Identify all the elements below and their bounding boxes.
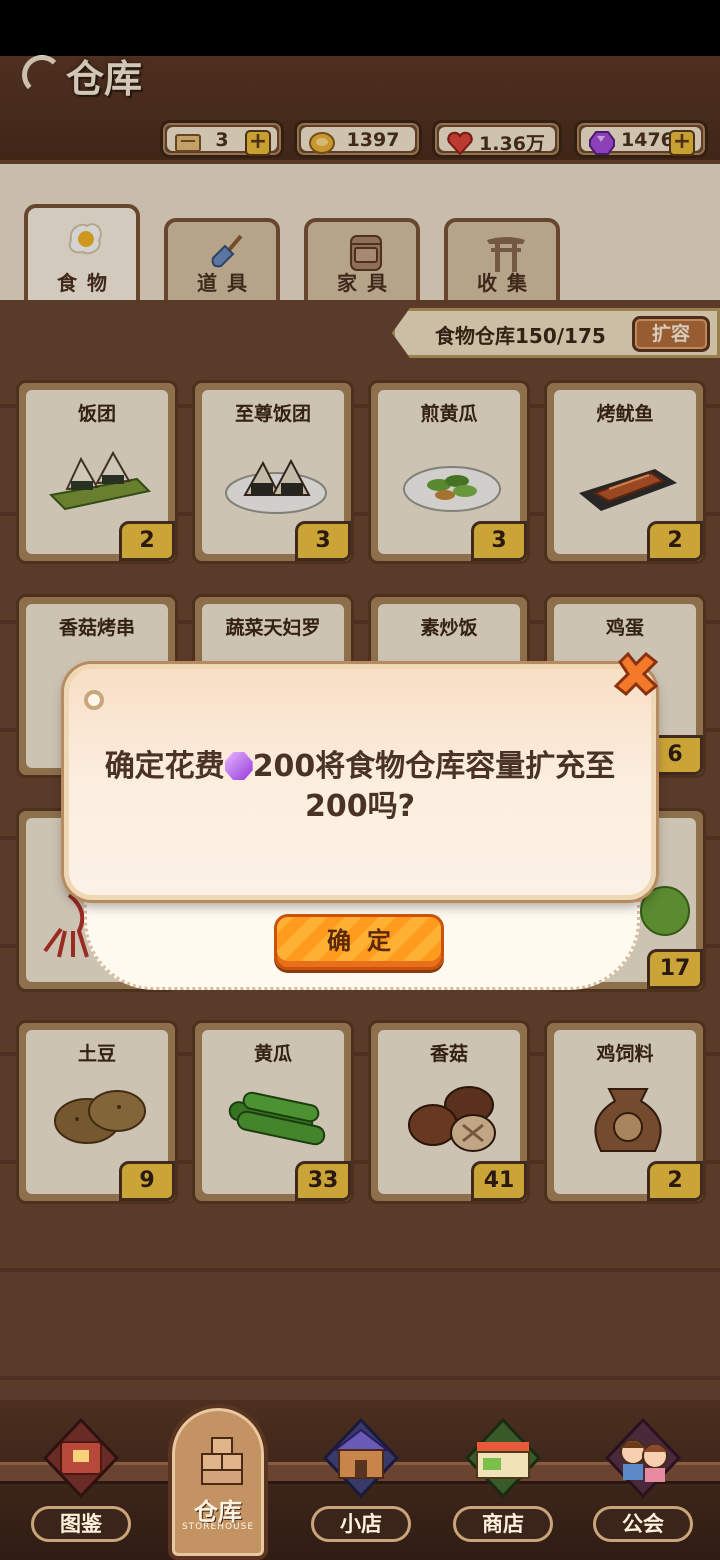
guild-icon [604, 1417, 682, 1499]
close-icon[interactable] [612, 650, 660, 698]
nav-guild[interactable]: 公会 [588, 1410, 698, 1550]
dialog-message: 确定花费 200将食物仓库容量扩充至200吗? [104, 749, 616, 824]
store-icon [464, 1417, 542, 1499]
gem-icon [224, 752, 253, 780]
confirm-dialog: 确定花费 200将食物仓库容量扩充至200吗? [64, 664, 656, 900]
confirm-button[interactable]: 确定 [274, 914, 444, 970]
nav-store[interactable]: 商店 [448, 1410, 558, 1550]
nav-encyclopedia[interactable]: 图鉴 [26, 1410, 136, 1550]
shop-icon [322, 1417, 400, 1499]
nav-shop[interactable]: 小店 [306, 1410, 416, 1550]
tag-ring-ornament [84, 690, 104, 710]
nav-storehouse[interactable]: 仓库 STOREHOUSE [168, 1404, 268, 1560]
storehouse-icon [201, 1437, 243, 1485]
book-icon [42, 1417, 120, 1499]
